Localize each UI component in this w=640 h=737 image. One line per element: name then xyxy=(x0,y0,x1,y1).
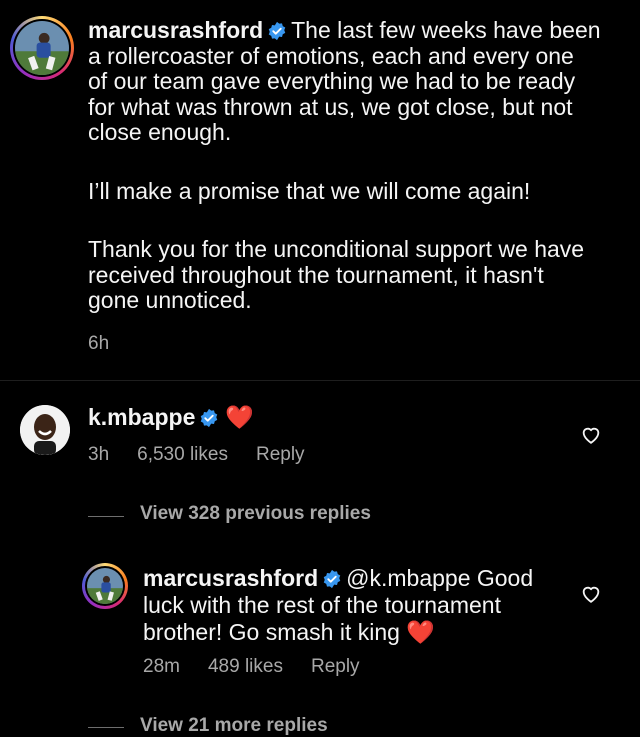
caption-line: close enough. xyxy=(88,119,232,145)
caption-line: The last few weeks have been xyxy=(291,17,601,43)
reply-likes[interactable]: 489 likes xyxy=(208,656,283,677)
caption-line: received throughout the tournament, it h… xyxy=(88,261,544,288)
reply-meta: 28m 489 likes Reply xyxy=(143,656,388,678)
caption-line: a rollercoaster of emotions, each and ev… xyxy=(88,42,574,69)
reply-line: luck with the rest of the tournament xyxy=(143,592,501,618)
reply-text: marcusrashford @k.mbappe Good luck with t… xyxy=(143,565,573,646)
comment-header: k.mbappe ❤️ xyxy=(88,404,255,431)
reply-line: brother! Go smash it king xyxy=(143,619,400,645)
caption-line: I’ll make a promise that we will come ag… xyxy=(88,177,531,204)
view-previous-replies-button[interactable]: View 328 previous replies xyxy=(140,503,371,525)
commenter-photo xyxy=(20,405,70,455)
red-heart-emoji: ❤️ xyxy=(406,619,435,645)
reply-author-photo xyxy=(87,568,123,604)
comment-time: 3h xyxy=(88,444,110,465)
verified-icon xyxy=(323,569,341,589)
section-divider xyxy=(0,380,640,381)
comment-meta: 3h 6,530 likes Reply xyxy=(88,444,333,466)
heart-outline-icon[interactable] xyxy=(580,583,602,605)
view-replies-line xyxy=(88,516,124,517)
reply-line: @k.mbappe Good xyxy=(346,565,534,591)
view-replies-line xyxy=(88,727,124,728)
caption-line: of our team gave everything we had to be… xyxy=(88,68,576,94)
commenter-avatar[interactable] xyxy=(20,405,70,455)
post-author-photo xyxy=(15,21,69,75)
view-more-replies-button[interactable]: View 21 more replies xyxy=(140,715,328,737)
comment-username[interactable]: k.mbappe xyxy=(88,404,195,430)
verified-icon xyxy=(201,408,218,428)
post-caption: marcusrashford The last few weeks have be… xyxy=(88,17,633,314)
caption-line: Thank you for the unconditional support … xyxy=(88,236,585,262)
reply-author-avatar[interactable] xyxy=(82,563,128,609)
comment-likes[interactable]: 6,530 likes xyxy=(137,444,228,465)
reply-username[interactable]: marcusrashford xyxy=(143,565,318,591)
post-username[interactable]: marcusrashford xyxy=(88,17,263,43)
reply-time: 28m xyxy=(143,656,180,677)
post-author-avatar[interactable] xyxy=(10,16,74,80)
reply-reply-button[interactable]: Reply xyxy=(311,656,360,677)
caption-line: for what was thrown at us, we got close,… xyxy=(88,93,573,120)
caption-line: gone unnoticed. xyxy=(88,287,252,313)
heart-outline-icon[interactable] xyxy=(580,424,602,446)
post-timestamp: 6h xyxy=(88,333,110,354)
comment-reply-button[interactable]: Reply xyxy=(256,444,305,465)
verified-icon xyxy=(268,21,286,41)
red-heart-emoji: ❤️ xyxy=(225,404,255,430)
